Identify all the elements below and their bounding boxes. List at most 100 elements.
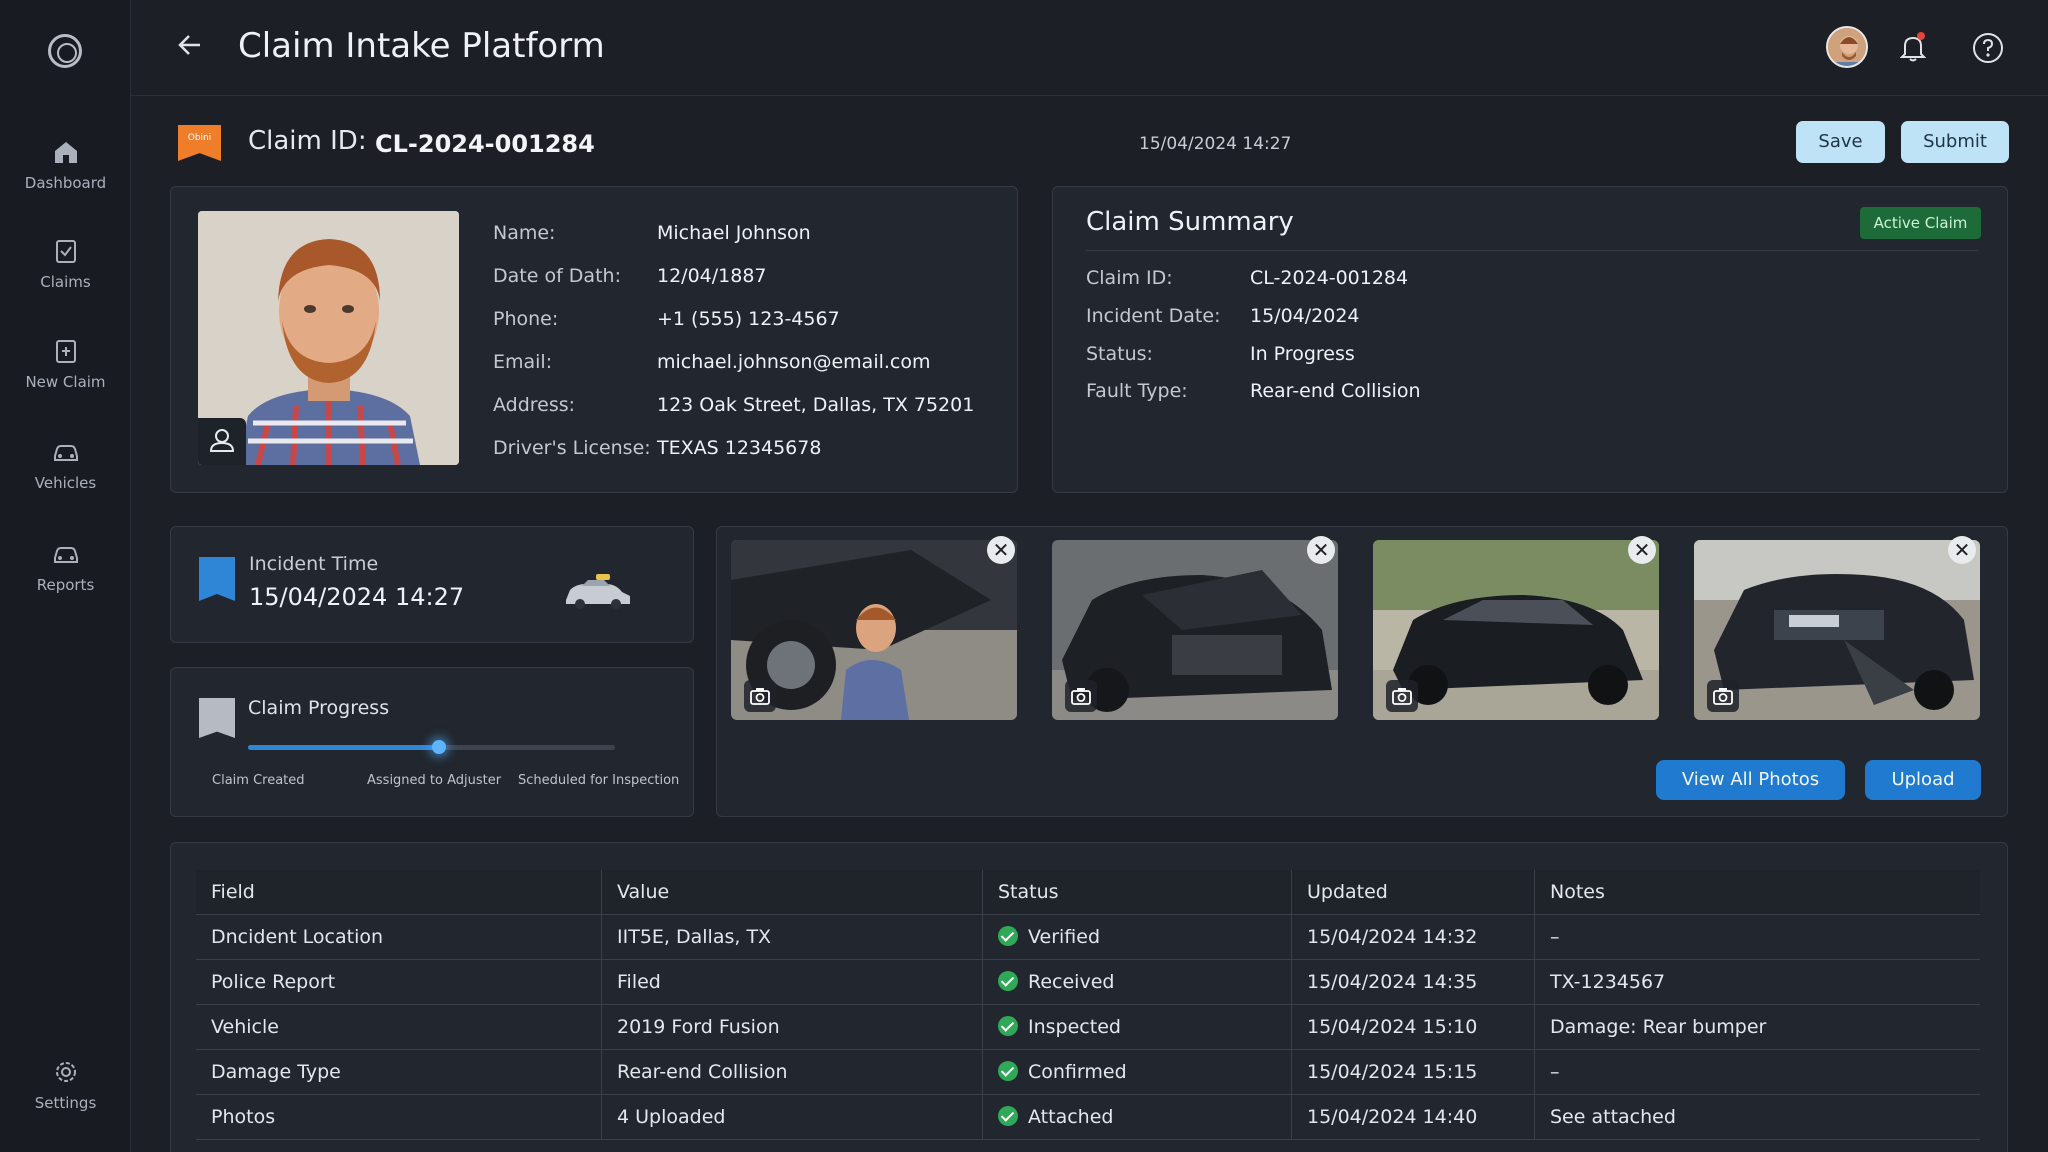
status-cell: Inspected bbox=[982, 1005, 1291, 1050]
save-button[interactable]: Save bbox=[1796, 121, 1885, 163]
table-cell: Dncident Location bbox=[211, 926, 384, 948]
table-cell: 15/04/2024 14:35 bbox=[1291, 960, 1534, 1005]
status-cell: Attached bbox=[982, 1095, 1291, 1140]
sidebar-item-label: Dashboard bbox=[24, 174, 107, 192]
table-row[interactable]: Photos 4 Uploaded Attached 15/04/2024 14… bbox=[196, 1095, 1980, 1140]
claimant-label-dob: Date of Dath: bbox=[493, 265, 621, 287]
claim-badge: Obini bbox=[178, 125, 221, 161]
status-text: Attached bbox=[1028, 1106, 1114, 1128]
summary-value-status: In Progress bbox=[1250, 343, 1355, 365]
table-cell: – bbox=[1534, 915, 1980, 960]
table-cell: 15/04/2024 14:40 bbox=[1291, 1095, 1534, 1140]
sidebar-item-new-claim[interactable]: New Claim bbox=[0, 337, 131, 391]
page-title: Claim Intake Platform bbox=[238, 26, 605, 66]
table-row[interactable]: Police Report Filed Received 15/04/2024 … bbox=[196, 960, 1980, 1005]
remove-photo-button[interactable]: ✕ bbox=[1307, 536, 1335, 564]
top-header: Claim Intake Platform bbox=[131, 0, 2048, 96]
camera-icon[interactable] bbox=[744, 680, 776, 712]
summary-label-status: Status: bbox=[1086, 343, 1153, 365]
help-icon bbox=[1973, 33, 2003, 63]
claimant-value-address: 123 Oak Street, Dallas, TX 75201 bbox=[657, 394, 975, 416]
remove-photo-button[interactable]: ✕ bbox=[987, 536, 1015, 564]
claimant-value-email: michael.johnson@email.com bbox=[657, 351, 931, 373]
sidebar-item-label: Settings bbox=[34, 1094, 97, 1112]
status-text: Inspected bbox=[1028, 1016, 1121, 1038]
incident-time-title: Incident Time bbox=[249, 553, 379, 575]
progress-knob bbox=[432, 740, 446, 754]
claimant-value-dob: 12/04/1887 bbox=[657, 265, 767, 287]
logo-icon[interactable] bbox=[48, 34, 82, 68]
camera-icon[interactable] bbox=[1065, 680, 1097, 712]
table-row[interactable]: Vehicle 2019 Ford Fusion Inspected 15/04… bbox=[196, 1005, 1980, 1050]
claimant-label-address: Address: bbox=[493, 394, 576, 416]
submit-button[interactable]: Submit bbox=[1901, 121, 2009, 163]
summary-label-claim-id: Claim ID: bbox=[1086, 267, 1173, 289]
camera-icon[interactable] bbox=[1707, 680, 1739, 712]
home-icon bbox=[54, 142, 77, 163]
table-row[interactable]: Dncident Location IIT5E, Dallas, TX Veri… bbox=[196, 915, 1980, 960]
progress-fill bbox=[248, 745, 439, 750]
back-button[interactable] bbox=[175, 30, 205, 64]
table-cell: 15/04/2024 14:32 bbox=[1291, 915, 1534, 960]
user-avatar[interactable] bbox=[1826, 26, 1868, 68]
column-header[interactable]: Value bbox=[601, 870, 982, 915]
column-header[interactable]: Updated bbox=[1291, 870, 1534, 915]
sidebar-item-dashboard[interactable]: Dashboard bbox=[0, 138, 131, 192]
claimant-label-license: Driver's License: bbox=[493, 437, 651, 459]
claim-progress-title: Claim Progress bbox=[248, 697, 390, 719]
divider bbox=[1086, 250, 1978, 251]
table-cell: Police Report bbox=[211, 971, 336, 993]
progress-step-label: Claim Created bbox=[212, 773, 305, 788]
clipboard-plus-icon bbox=[55, 340, 76, 363]
car-icon bbox=[566, 574, 630, 609]
profile-photo-button[interactable] bbox=[198, 418, 246, 465]
column-header[interactable]: Field bbox=[196, 870, 601, 915]
car-icon bbox=[53, 547, 78, 563]
claimant-label-email: Email: bbox=[493, 351, 553, 373]
progress-step-label: Assigned to Adjuster bbox=[367, 773, 502, 788]
table-row[interactable]: Damage Type Rear-end Collision Confirmed… bbox=[196, 1050, 1980, 1095]
table-cell: 4 Uploaded bbox=[601, 1095, 982, 1140]
claim-id-label: Claim ID: bbox=[248, 126, 367, 156]
claim-id-value: CL-2024-001284 bbox=[375, 130, 595, 158]
table-cell: Damage Type bbox=[211, 1061, 341, 1083]
upload-button[interactable]: Upload bbox=[1865, 760, 1981, 800]
status-cell: Verified bbox=[982, 915, 1291, 960]
table-cell: 15/04/2024 15:15 bbox=[1291, 1050, 1534, 1095]
camera-icon[interactable] bbox=[1386, 680, 1418, 712]
avatar-icon bbox=[1828, 28, 1866, 66]
sidebar-item-vehicles[interactable]: Vehicles bbox=[0, 438, 131, 492]
claim-progress-panel bbox=[170, 667, 694, 817]
claimant-label-name: Name: bbox=[493, 222, 556, 244]
sidebar-item-reports[interactable]: Reports bbox=[0, 540, 131, 594]
summary-value-claim-id: CL-2024-001284 bbox=[1250, 267, 1409, 289]
table-cell: IIT5E, Dallas, TX bbox=[601, 915, 982, 960]
table-cell: TX-1234567 bbox=[1534, 960, 1980, 1005]
claimant-value-license: TEXAS 12345678 bbox=[657, 437, 822, 459]
sidebar-item-claims[interactable]: Claims bbox=[0, 237, 131, 291]
status-text: Received bbox=[1028, 971, 1115, 993]
table-cell: 2019 Ford Fusion bbox=[601, 1005, 982, 1050]
claimant-value-phone: +1 (555) 123-4567 bbox=[657, 308, 840, 330]
status-text: Verified bbox=[1028, 926, 1101, 948]
remove-photo-button[interactable]: ✕ bbox=[1948, 536, 1976, 564]
column-header[interactable]: Notes bbox=[1534, 870, 1980, 915]
claimant-value-name: Michael Johnson bbox=[657, 222, 811, 244]
claim-summary-title: Claim Summary bbox=[1086, 207, 1294, 237]
check-circle-icon bbox=[998, 1015, 1018, 1036]
claimant-label-phone: Phone: bbox=[493, 308, 559, 330]
table-cell: See attached bbox=[1534, 1095, 1980, 1140]
gear-icon bbox=[55, 1062, 76, 1082]
status-cell: Received bbox=[982, 960, 1291, 1005]
remove-photo-button[interactable]: ✕ bbox=[1628, 536, 1656, 564]
view-all-photos-button[interactable]: View All Photos bbox=[1656, 760, 1845, 800]
table-cell: – bbox=[1534, 1050, 1980, 1095]
check-circle-icon bbox=[998, 925, 1018, 946]
status-badge: Active Claim bbox=[1860, 207, 1981, 239]
sidebar-item-settings[interactable]: Settings bbox=[0, 1058, 131, 1112]
notification-dot bbox=[1917, 32, 1925, 40]
help-button[interactable] bbox=[1972, 32, 2004, 68]
column-header[interactable]: Status bbox=[982, 870, 1291, 915]
progress-step-label: Scheduled for Inspection bbox=[518, 773, 680, 788]
table-header-row: Field Value Status Updated Notes bbox=[196, 870, 1980, 915]
